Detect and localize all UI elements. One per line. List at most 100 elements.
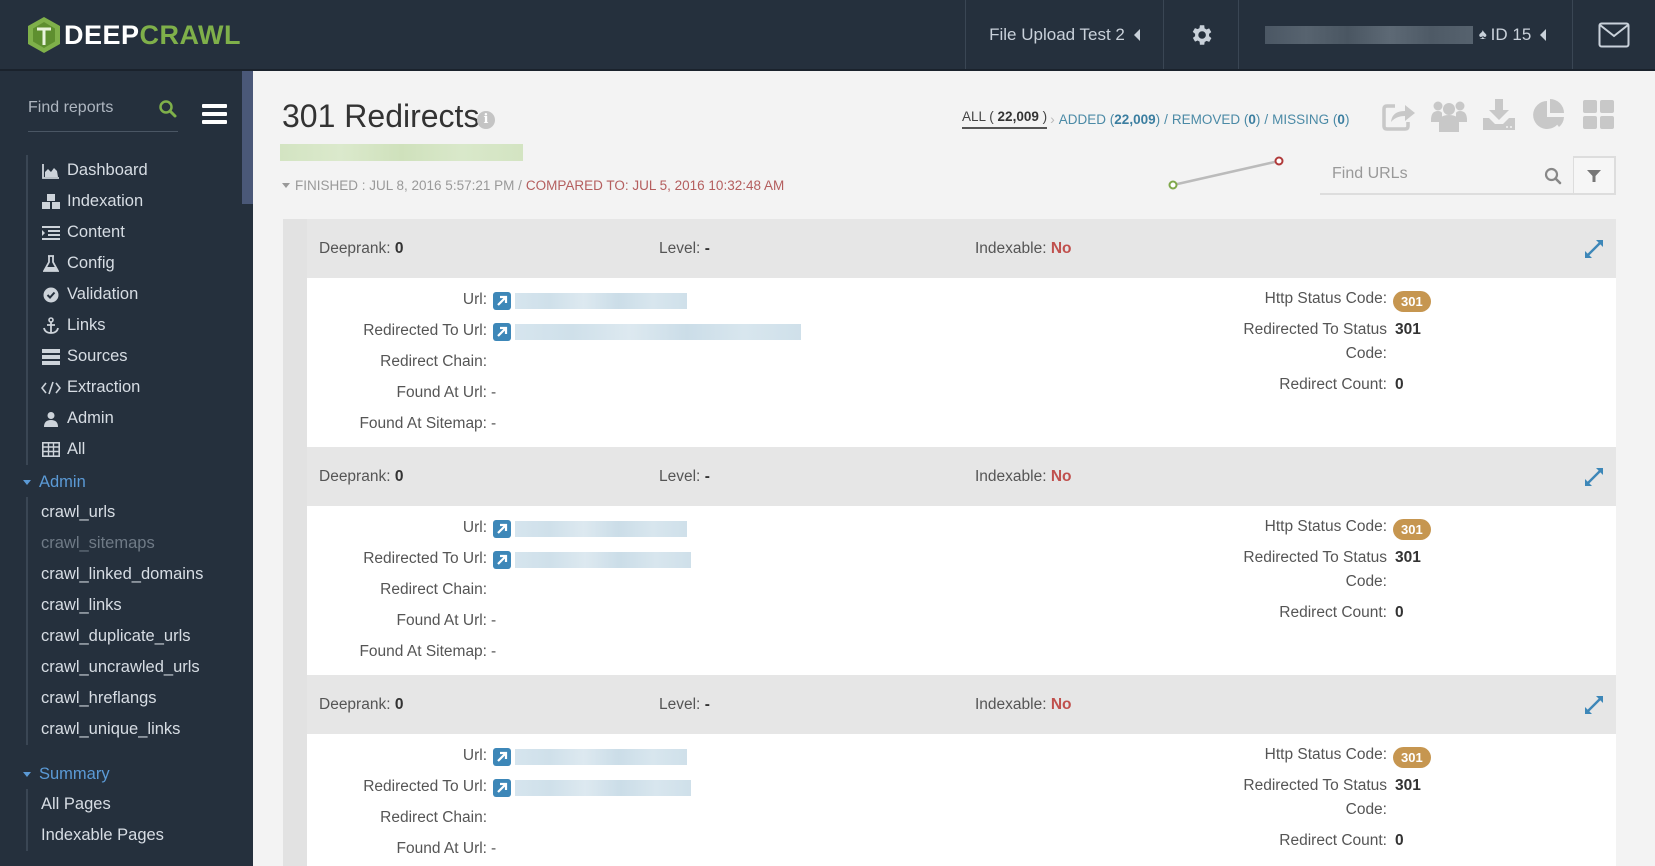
report-search-input[interactable] — [28, 99, 158, 117]
record: Deeprank: 0 Level: - Indexable: No Url: … — [307, 219, 1616, 447]
crawl-name-redacted — [280, 144, 523, 161]
tab-count: 0 — [1248, 111, 1256, 127]
share-icon[interactable] — [1381, 98, 1417, 132]
found-at-url-label: Found At Url: — [396, 840, 487, 857]
project-selector[interactable]: File Upload Test 2 — [965, 0, 1163, 69]
sidebar-subitem-crawl-linked-domains[interactable]: crawl_linked_domains — [28, 559, 203, 590]
url-search-input[interactable] — [1332, 165, 1532, 183]
external-link-icon — [497, 782, 508, 793]
code-icon — [41, 379, 61, 397]
caret-down-icon — [23, 480, 31, 485]
redirect-count-label: Redirect Count: — [1279, 832, 1387, 849]
trend-point-start[interactable] — [1168, 180, 1178, 190]
open-redirect-url-button[interactable] — [493, 551, 511, 569]
sidebar-subitem-all-pages[interactable]: All Pages — [28, 789, 164, 820]
sidebar-item-sources[interactable]: Sources — [28, 341, 148, 372]
http-status-label: Http Status Code: — [1264, 290, 1387, 307]
compared-date: COMPARED TO: JUL 5, 2016 10:32:48 AM — [525, 178, 785, 193]
expand-icon[interactable] — [1583, 466, 1605, 488]
grid-icon[interactable] — [1581, 98, 1617, 132]
sidebar-item-all[interactable]: All — [28, 434, 148, 465]
url-link-redacted[interactable] — [515, 521, 687, 537]
open-url-button[interactable] — [493, 748, 511, 766]
info-icon[interactable]: i — [477, 111, 495, 129]
sidebar-item-validation[interactable]: Validation — [28, 279, 148, 310]
sidebar-item-indexation[interactable]: Indexation — [28, 186, 148, 217]
external-link-icon — [497, 523, 508, 534]
sidebar-scrollbar[interactable] — [242, 71, 253, 204]
deeprank-field: Deeprank: 0 — [319, 696, 403, 714]
sidebar-subitem-crawl-duplicate-urls[interactable]: crawl_duplicate_urls — [28, 621, 203, 652]
caret-down-icon — [23, 772, 31, 777]
open-redirect-url-button[interactable] — [493, 323, 511, 341]
hamburger-menu-button[interactable] — [202, 104, 227, 124]
field-label: Level: — [659, 695, 701, 713]
separator: / — [1164, 111, 1168, 127]
url-label: Url: — [462, 747, 487, 764]
server-icon — [41, 348, 61, 366]
sidebar-subitem-crawl-uncrawled-urls[interactable]: crawl_uncrawled_urls — [28, 652, 203, 683]
messages-button[interactable] — [1572, 0, 1655, 69]
main-content: 301 Redirects i FINISHED : JUL 8, 2016 5… — [253, 71, 1655, 866]
open-url-button[interactable] — [493, 292, 511, 310]
redirect-chain-label: Redirect Chain: — [380, 809, 487, 826]
record-body: Url: Redirected To Url: Redirect Chain: … — [307, 506, 1616, 675]
sidebar-item-content[interactable]: Content — [28, 217, 148, 248]
search-icon[interactable] — [158, 99, 178, 119]
http-status-badge: 301 — [1393, 747, 1431, 768]
sidebar-item-admin[interactable]: Admin — [28, 403, 148, 434]
sidebar-item-links[interactable]: Links — [28, 310, 148, 341]
expand-icon[interactable] — [1583, 694, 1605, 716]
indexable-field: Indexable: No — [975, 696, 1072, 714]
sidebar-nav: Dashboard Indexation Content Config Vali… — [26, 155, 148, 465]
open-url-button[interactable] — [493, 520, 511, 538]
indexable-field: Indexable: No — [975, 240, 1072, 258]
expand-icon[interactable] — [1583, 238, 1605, 260]
url-link-redacted[interactable] — [515, 749, 687, 765]
url-label: Url: — [462, 291, 487, 308]
trend-point-end[interactable] — [1274, 156, 1284, 166]
caret-down-icon — [282, 183, 290, 188]
sidebar-section-admin[interactable]: Admin — [23, 473, 86, 492]
found-at-sitemap-value: - — [491, 415, 497, 432]
sidebar-subitem-crawl-unique-links[interactable]: crawl_unique_links — [28, 714, 203, 745]
finished-date: FINISHED : JUL 8, 2016 5:57:21 PM / — [295, 178, 522, 193]
redirect-url-link-redacted[interactable] — [515, 780, 691, 796]
sidebar-section-summary[interactable]: Summary — [23, 765, 110, 784]
tab-missing[interactable]: MISSING (0) — [1272, 112, 1349, 127]
tab-removed[interactable]: REMOVED (0) — [1172, 112, 1261, 127]
sidebar-item-config[interactable]: Config — [28, 248, 148, 279]
redirected-status-label-cont: Code: — [1345, 573, 1387, 590]
crawl-dates[interactable]: FINISHED : JUL 8, 2016 5:57:21 PM / COMP… — [282, 178, 784, 193]
sidebar-item-dashboard[interactable]: Dashboard — [28, 155, 148, 186]
deepcrawl-logo[interactable]: DEEPCRAWL — [26, 16, 241, 54]
deeprank-value: 0 — [394, 695, 404, 713]
top-navbar: DEEPCRAWL File Upload Test 2 ♠ ID 15 — [0, 0, 1655, 71]
sidebar-subitem-crawl-urls[interactable]: crawl_urls — [28, 497, 203, 528]
sidebar-subitem-indexable-pages[interactable]: Indexable Pages — [28, 820, 164, 851]
open-redirect-url-button[interactable] — [493, 779, 511, 797]
found-at-sitemap-value: - — [491, 643, 497, 660]
http-status-label: Http Status Code: — [1264, 518, 1387, 535]
pie-chart-icon[interactable] — [1531, 98, 1567, 132]
trend-line — [1172, 159, 1280, 187]
field-label: Level: — [659, 467, 701, 485]
tab-added[interactable]: ADDED (22,009) — [1059, 112, 1160, 127]
search-icon[interactable] — [1544, 167, 1562, 185]
url-link-redacted[interactable] — [515, 293, 687, 309]
account-selector[interactable]: ♠ ID 15 — [1238, 0, 1572, 69]
settings-button[interactable] — [1163, 0, 1238, 69]
sidebar-item-extraction[interactable]: Extraction — [28, 372, 148, 403]
tab-all[interactable]: ALL ( 22,009 ) — [962, 109, 1048, 129]
envelope-icon — [1598, 22, 1630, 47]
sidebar-subitem-crawl-hreflangs[interactable]: crawl_hreflangs — [28, 683, 203, 714]
redirect-url-link-redacted[interactable] — [515, 324, 801, 340]
results-list: Deeprank: 0 Level: - Indexable: No Url: … — [283, 219, 1616, 866]
filter-button[interactable] — [1573, 156, 1616, 195]
download-icon[interactable] — [1481, 98, 1517, 132]
users-icon[interactable] — [1431, 98, 1467, 132]
sidebar-item-label: Links — [67, 316, 106, 334]
report-toolbar — [1381, 98, 1631, 132]
redirect-url-link-redacted[interactable] — [515, 552, 691, 568]
sidebar-subitem-crawl-links[interactable]: crawl_links — [28, 590, 203, 621]
